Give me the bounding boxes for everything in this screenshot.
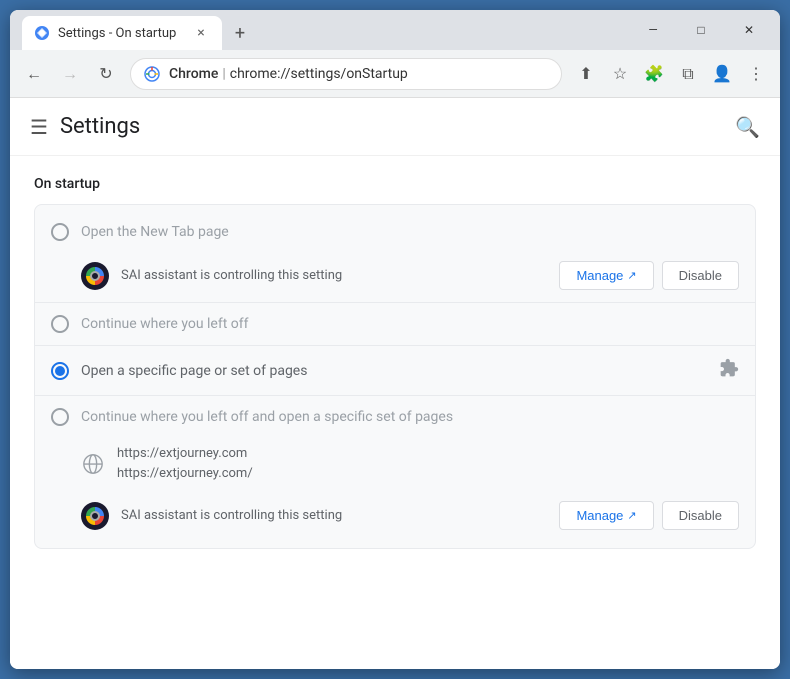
sai-eye-center-bottom <box>90 511 100 521</box>
active-tab[interactable]: Settings - On startup × <box>22 16 222 50</box>
radio-continue[interactable] <box>51 315 69 333</box>
option-continue-label: Continue where you left off <box>81 316 249 332</box>
maximize-button[interactable]: □ <box>678 15 724 45</box>
radio-new-tab[interactable] <box>51 223 69 241</box>
url-line-2: https://extjourney.com/ <box>117 464 253 484</box>
sai-buttons-bottom: Manage ↗ Disable <box>559 501 739 530</box>
radio-specific-fill <box>55 366 65 376</box>
new-tab-button[interactable]: + <box>226 19 254 47</box>
url-entry-row: https://extjourney.com https://extjourne… <box>35 436 755 491</box>
forward-button[interactable]: → <box>54 58 86 90</box>
sai-icon-bottom <box>81 502 109 530</box>
share-button[interactable]: ⬆ <box>570 58 602 90</box>
address-url: chrome://settings/onStartup <box>230 66 408 82</box>
site-icon <box>143 65 161 83</box>
page-title: Settings <box>60 114 140 139</box>
disable-button-top[interactable]: Disable <box>662 261 739 290</box>
chrome-menu-button[interactable]: ⋮ <box>740 58 772 90</box>
title-bar: Settings - On startup × + — □ ✕ <box>10 10 780 50</box>
address-separator: | <box>222 66 225 82</box>
url-text-block: https://extjourney.com https://extjourne… <box>117 444 253 483</box>
sai-text-bottom: SAI assistant is controlling this settin… <box>121 508 547 523</box>
external-link-icon-top: ↗ <box>627 269 636 282</box>
settings-header: ☰ Settings 🔍 <box>10 98 780 156</box>
option-continue-specific[interactable]: Continue where you left off and open a s… <box>35 398 755 436</box>
nav-bar: ← → ↻ Chrome | chrome://settings/onStart… <box>10 50 780 98</box>
sai-text-top: SAI assistant is controlling this settin… <box>121 268 547 283</box>
option-new-tab-label: Open the New Tab page <box>81 224 229 240</box>
puzzle-icon <box>719 358 739 383</box>
address-brand: Chrome <box>169 66 218 82</box>
address-text: Chrome | chrome://settings/onStartup <box>169 66 408 82</box>
radio-specific[interactable] <box>51 362 69 380</box>
sidebar-menu-button[interactable]: ☰ <box>30 115 48 139</box>
bookmark-button[interactable]: ☆ <box>604 58 636 90</box>
split-view-button[interactable]: ⧉ <box>672 58 704 90</box>
sai-control-bottom: SAI assistant is controlling this settin… <box>35 491 755 540</box>
tab-close-button[interactable]: × <box>192 24 210 42</box>
sai-icon-top <box>81 262 109 290</box>
disable-button-bottom[interactable]: Disable <box>662 501 739 530</box>
close-button[interactable]: ✕ <box>726 15 772 45</box>
option-new-tab[interactable]: Open the New Tab page <box>35 213 755 251</box>
sai-eye-center-top <box>90 271 100 281</box>
divider-3 <box>35 395 755 396</box>
reload-button[interactable]: ↻ <box>90 58 122 90</box>
url-line-1: https://extjourney.com <box>117 444 253 464</box>
option-specific-label: Open a specific page or set of pages <box>81 363 307 379</box>
divider-1 <box>35 302 755 303</box>
minimize-button[interactable]: — <box>630 15 676 45</box>
section-title: On startup <box>34 176 756 192</box>
option-continue-specific-label: Continue where you left off and open a s… <box>81 409 453 425</box>
page-content: ☰ Settings 🔍 PC On startup Open the New … <box>10 98 780 669</box>
radio-continue-specific[interactable] <box>51 408 69 426</box>
manage-button-top[interactable]: Manage ↗ <box>559 261 653 290</box>
search-settings-button[interactable]: 🔍 <box>735 115 760 139</box>
external-link-icon-bottom: ↗ <box>627 509 636 522</box>
window-controls: — □ ✕ <box>630 15 772 45</box>
sai-control-top: SAI assistant is controlling this settin… <box>35 251 755 300</box>
option-continue[interactable]: Continue where you left off <box>35 305 755 343</box>
nav-actions: ⬆ ☆ 🧩 ⧉ 👤 ⋮ <box>570 58 772 90</box>
back-button[interactable]: ← <box>18 58 50 90</box>
manage-button-bottom[interactable]: Manage ↗ <box>559 501 653 530</box>
profile-button[interactable]: 👤 <box>706 58 738 90</box>
globe-icon <box>81 452 105 476</box>
address-bar[interactable]: Chrome | chrome://settings/onStartup <box>130 58 562 90</box>
browser-window: Settings - On startup × + — □ ✕ ← → ↻ <box>10 10 780 669</box>
sai-buttons-top: Manage ↗ Disable <box>559 261 739 290</box>
option-specific[interactable]: Open a specific page or set of pages <box>35 348 755 393</box>
options-card: Open the New Tab page SAI assistant is c… <box>34 204 756 549</box>
tab-title: Settings - On startup <box>58 26 184 41</box>
tab-favicon <box>34 25 50 41</box>
on-startup-section: PC On startup Open the New Tab page SAI … <box>10 156 780 569</box>
divider-2 <box>35 345 755 346</box>
extensions-button[interactable]: 🧩 <box>638 58 670 90</box>
